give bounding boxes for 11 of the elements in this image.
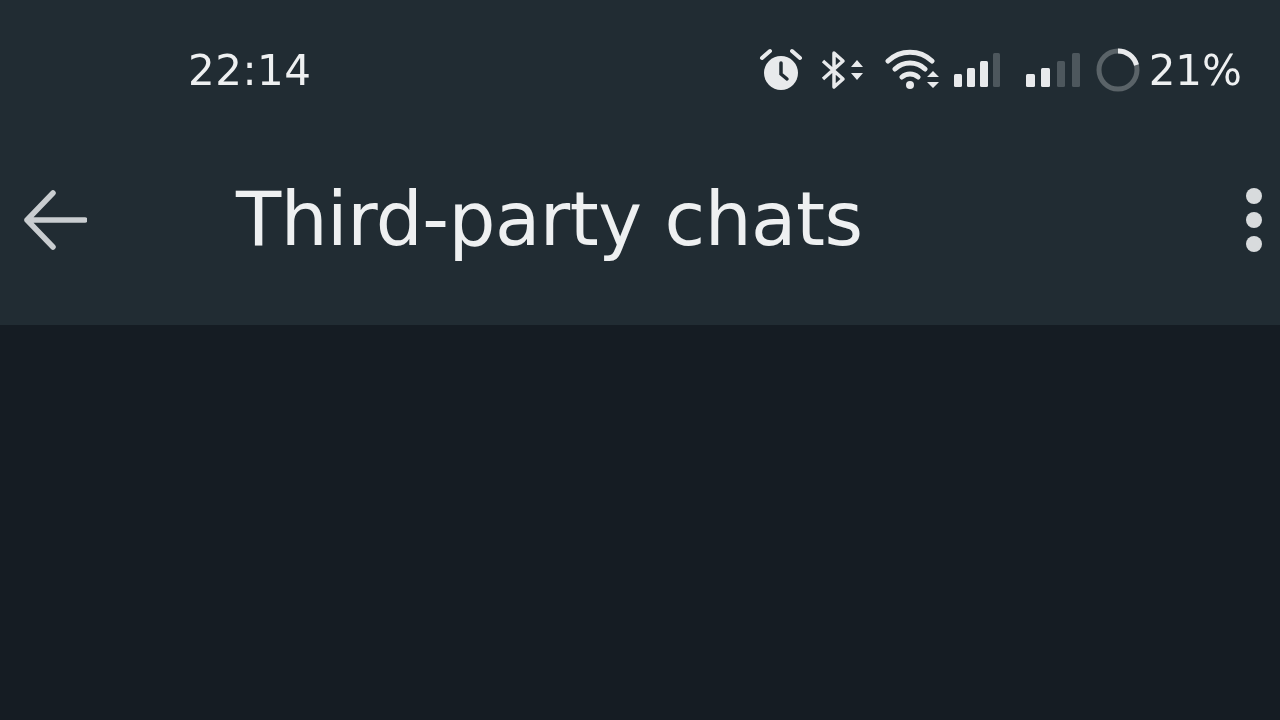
battery-ring-icon — [1094, 47, 1141, 93]
back-arrow-icon — [23, 188, 87, 251]
more-options-icon — [1244, 185, 1264, 254]
signal-strength-icon — [952, 52, 1001, 88]
battery-percentage: 21% — [1148, 45, 1242, 95]
screen-title: Third-party chats — [236, 176, 863, 263]
back-button[interactable] — [22, 187, 88, 252]
signal-strength-icon — [1024, 52, 1081, 88]
wifi-icon — [884, 49, 941, 91]
status-time: 22:14 — [188, 45, 312, 95]
alarm-clock-icon — [758, 47, 803, 93]
